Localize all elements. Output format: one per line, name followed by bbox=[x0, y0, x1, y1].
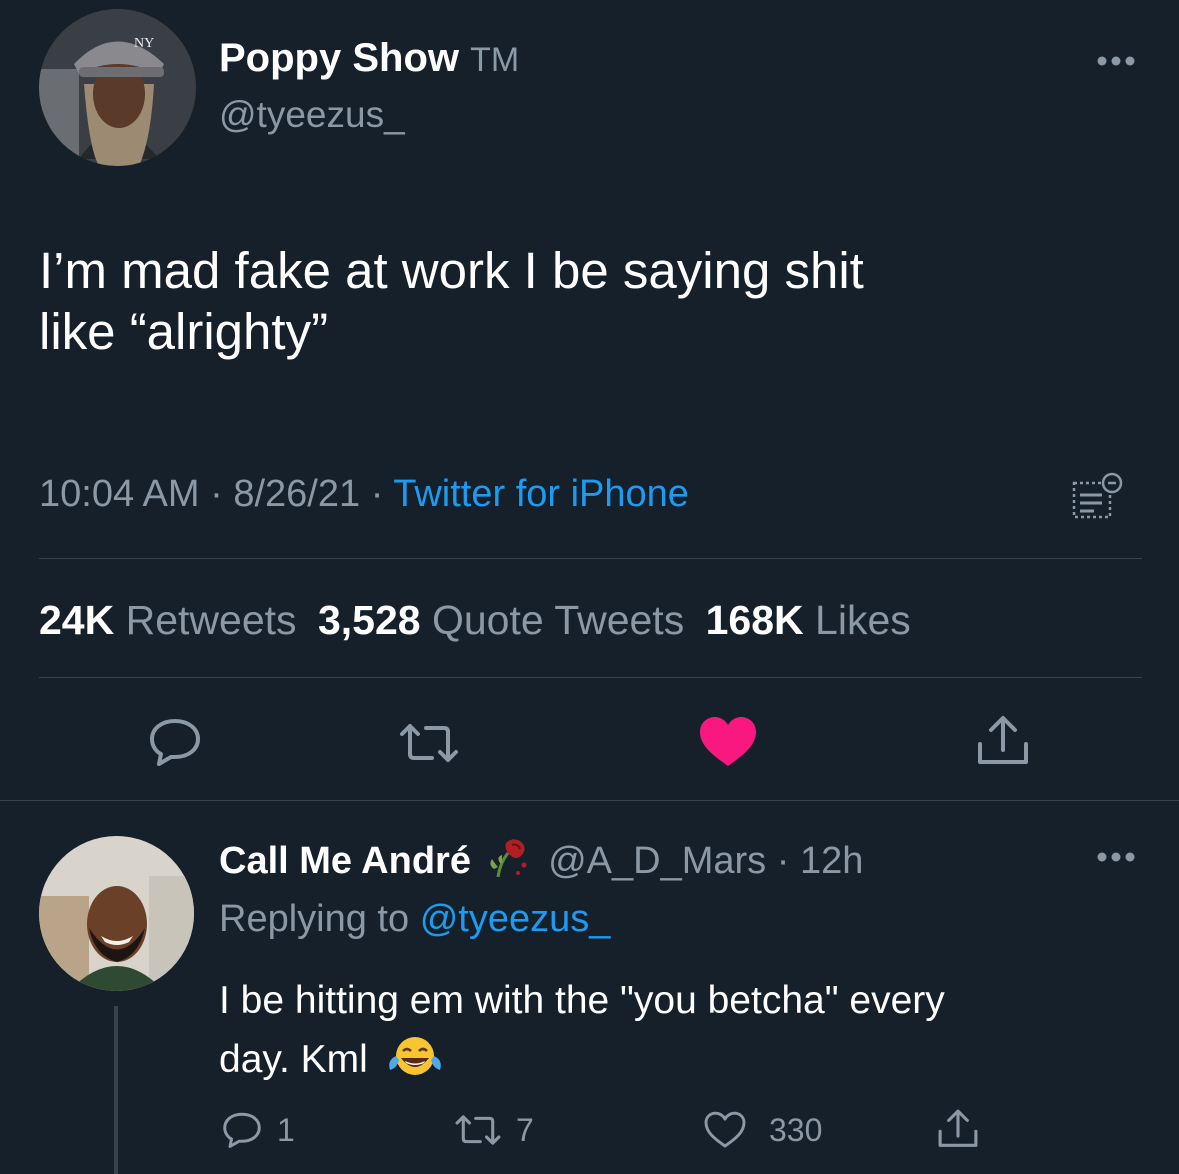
analytics-icon[interactable] bbox=[1070, 471, 1126, 521]
quotes-count: 3,528 bbox=[317, 597, 421, 643]
reply-text-line: I be hitting em with the "you betcha" ev… bbox=[219, 979, 945, 1022]
wilted-rose-emoji bbox=[486, 835, 532, 879]
reply-author-handle[interactable]: @A_D_Mars bbox=[548, 840, 766, 882]
retweets-label: Retweets bbox=[125, 597, 297, 643]
share-icon[interactable] bbox=[975, 714, 1031, 768]
heart-icon[interactable] bbox=[698, 716, 758, 768]
replying-to-handle[interactable]: @tyeezus_ bbox=[420, 898, 611, 940]
tweet-source[interactable]: Twitter for iPhone bbox=[393, 473, 689, 515]
timestamp-row: 10:04 AM · 8/26/21 · Twitter for iPhone bbox=[39, 473, 689, 516]
reply-header: Call Me André @A_D_Mars · 12h bbox=[219, 835, 863, 883]
separator: · bbox=[370, 473, 384, 515]
avatar[interactable] bbox=[39, 836, 194, 991]
reply-text-line-wrapper: day. Kml bbox=[219, 1030, 1149, 1089]
reply-author-name[interactable]: Call Me André bbox=[219, 840, 471, 882]
reply-text: I be hitting em with the "you betcha" ev… bbox=[219, 971, 1149, 1089]
reply-bubble-icon bbox=[221, 1111, 263, 1149]
divider bbox=[0, 800, 1179, 801]
reply-action-reply[interactable]: 1 bbox=[221, 1110, 295, 1150]
quotes-stat[interactable]: 3,528 Quote Tweets bbox=[318, 597, 696, 643]
reply-bubble-icon[interactable] bbox=[147, 717, 203, 767]
more-dots-icon[interactable] bbox=[1094, 54, 1138, 68]
author-suffix: TM bbox=[470, 41, 520, 79]
separator: · bbox=[776, 840, 790, 882]
quotes-label: Quote Tweets bbox=[431, 597, 685, 643]
likes-label: Likes bbox=[815, 597, 911, 643]
author-name[interactable]: Poppy Show bbox=[219, 36, 459, 80]
divider bbox=[39, 677, 1142, 678]
replying-to-label: Replying to bbox=[219, 898, 410, 940]
stats-row: 24K Retweets 3,528 Quote Tweets 168K Lik… bbox=[39, 597, 911, 644]
retweets-count: 24K bbox=[39, 597, 115, 643]
divider bbox=[39, 558, 1142, 559]
tweet-text-line: like “alrighty” bbox=[39, 303, 329, 360]
heart-icon bbox=[703, 1111, 747, 1149]
tears-of-joy-emoji bbox=[387, 1034, 443, 1080]
likes-count: 168K bbox=[705, 597, 804, 643]
tweet-time[interactable]: 10:04 AM bbox=[39, 473, 200, 515]
svg-text:NY: NY bbox=[134, 36, 154, 51]
retweet-icon[interactable] bbox=[398, 720, 460, 766]
likes-stat[interactable]: 168K Likes bbox=[706, 597, 911, 643]
author-name-row: Poppy Show TM bbox=[219, 36, 519, 81]
avatar[interactable]: NY bbox=[39, 9, 196, 166]
reply-count: 1 bbox=[277, 1111, 295, 1148]
retweet-icon bbox=[454, 1112, 502, 1148]
thread-line bbox=[114, 1006, 118, 1174]
share-icon[interactable] bbox=[936, 1108, 980, 1150]
replying-to: Replying to @tyeezus_ bbox=[219, 898, 610, 941]
tweet-text: I’m mad fake at work I be saying shit li… bbox=[39, 240, 1139, 362]
more-dots-icon[interactable] bbox=[1094, 850, 1138, 864]
separator: · bbox=[210, 473, 223, 515]
tweet-date[interactable]: 8/26/21 bbox=[233, 473, 360, 515]
like-count: 330 bbox=[769, 1111, 823, 1148]
author-handle[interactable]: @tyeezus_ bbox=[219, 94, 405, 136]
reply-action-like[interactable]: 330 bbox=[703, 1110, 822, 1150]
reply-action-retweet[interactable]: 7 bbox=[454, 1110, 534, 1150]
tweet-text-line: I’m mad fake at work I be saying shit bbox=[39, 242, 864, 299]
retweets-stat[interactable]: 24K Retweets bbox=[39, 597, 308, 643]
reply-time[interactable]: 12h bbox=[800, 840, 863, 882]
reply-text-line: day. Kml bbox=[219, 1038, 368, 1081]
retweet-count: 7 bbox=[516, 1111, 534, 1148]
